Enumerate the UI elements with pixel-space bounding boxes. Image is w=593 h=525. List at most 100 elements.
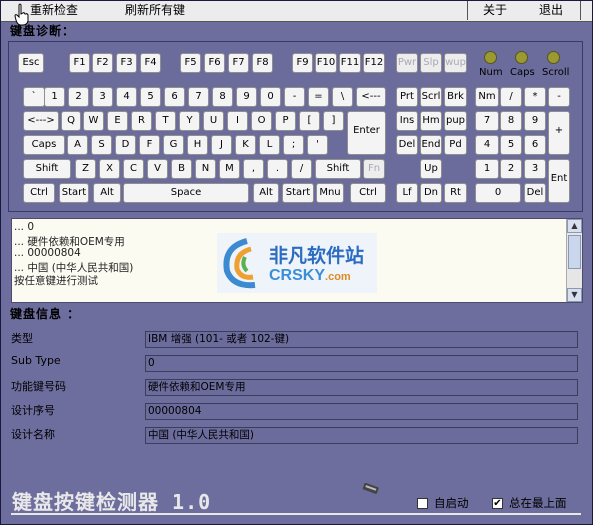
key-nav-10[interactable]: Lf xyxy=(396,183,418,203)
key-a-row-2[interactable]: S xyxy=(91,135,112,155)
scroll-thumb[interactable] xyxy=(568,235,581,269)
key-fn-row-12[interactable]: F12 xyxy=(363,53,385,73)
key-nav-2[interactable]: Brk xyxy=(444,87,467,107)
key-z-row-12[interactable]: Fn xyxy=(363,159,385,179)
key-fn-row-14[interactable]: Slp xyxy=(420,53,442,73)
key-nav-7[interactable]: End xyxy=(420,135,442,155)
key-numpad-10[interactable]: 6 xyxy=(524,135,546,155)
key-z-row-8[interactable]: , xyxy=(243,159,264,179)
key-nav-0[interactable]: Prt xyxy=(396,87,418,107)
key-a-row-8[interactable]: K xyxy=(235,135,256,155)
key-numpad-15[interactable]: 0 xyxy=(475,183,521,203)
key-numpad-3[interactable]: - xyxy=(548,87,570,107)
key-num-row-9[interactable]: 9 xyxy=(236,87,257,107)
key-num-row-8[interactable]: 8 xyxy=(212,87,233,107)
key-q-row-13[interactable]: Enter xyxy=(347,111,386,155)
key-bottom-row-1[interactable]: Start xyxy=(59,183,89,203)
key-nav-11[interactable]: Dn xyxy=(420,183,442,203)
key-num-row-7[interactable]: 7 xyxy=(188,87,209,107)
scroll-up-button[interactable]: ▲ xyxy=(567,219,582,233)
key-numpad-4[interactable]: 7 xyxy=(475,111,499,131)
key-z-row-3[interactable]: C xyxy=(123,159,144,179)
key-num-row-1[interactable]: 1 xyxy=(44,87,65,107)
key-numpad-8[interactable]: 4 xyxy=(475,135,499,155)
key-q-row-1[interactable]: Q xyxy=(61,111,81,131)
key-num-row-2[interactable]: 2 xyxy=(68,87,89,107)
key-num-row-13[interactable]: \ xyxy=(332,87,353,107)
key-a-row-10[interactable]: ; xyxy=(283,135,304,155)
key-num-row-14[interactable]: <--- xyxy=(356,87,386,107)
key-num-row-10[interactable]: 0 xyxy=(260,87,281,107)
exit-button[interactable]: 退出 xyxy=(522,1,581,20)
key-numpad-2[interactable]: * xyxy=(524,87,546,107)
key-fn-row-10[interactable]: F10 xyxy=(315,53,337,73)
key-a-row-3[interactable]: D xyxy=(115,135,136,155)
key-numpad-11[interactable]: 1 xyxy=(475,159,499,179)
key-q-row-11[interactable]: [ xyxy=(299,111,320,131)
key-z-row-11[interactable]: Shift xyxy=(315,159,361,179)
key-q-row-7[interactable]: U xyxy=(203,111,224,131)
key-fn-row-5[interactable]: F5 xyxy=(180,53,201,73)
key-q-row-12[interactable]: ] xyxy=(323,111,344,131)
key-fn-row-2[interactable]: F2 xyxy=(92,53,113,73)
key-nav-4[interactable]: Hm xyxy=(420,111,442,131)
key-q-row-10[interactable]: P xyxy=(275,111,296,131)
key-q-row-0[interactable]: <---> xyxy=(23,111,59,131)
key-fn-row-11[interactable]: F11 xyxy=(339,53,361,73)
key-num-row-3[interactable]: 3 xyxy=(92,87,113,107)
key-q-row-4[interactable]: R xyxy=(131,111,152,131)
refresh-all-button[interactable]: 刷新所有键 xyxy=(107,1,204,20)
key-num-row-4[interactable]: 4 xyxy=(116,87,137,107)
key-num-row-5[interactable]: 5 xyxy=(140,87,161,107)
key-a-row-9[interactable]: L xyxy=(259,135,280,155)
key-nav-6[interactable]: Del xyxy=(396,135,418,155)
key-a-row-1[interactable]: A xyxy=(67,135,88,155)
key-q-row-3[interactable]: E xyxy=(107,111,128,131)
key-nav-1[interactable]: Scrl xyxy=(420,87,442,107)
key-num-row-11[interactable]: - xyxy=(284,87,305,107)
key-bottom-row-7[interactable]: Ctrl xyxy=(350,183,386,203)
key-z-row-10[interactable]: / xyxy=(291,159,312,179)
key-numpad-14[interactable]: Ent xyxy=(548,159,570,203)
about-button[interactable]: 关于 xyxy=(467,1,523,20)
key-q-row-8[interactable]: I xyxy=(227,111,248,131)
key-num-row-0[interactable]: ` xyxy=(23,87,45,107)
key-numpad-13[interactable]: 3 xyxy=(524,159,546,179)
key-fn-row-0[interactable]: Esc xyxy=(18,53,44,73)
key-q-row-2[interactable]: W xyxy=(83,111,104,131)
key-a-row-5[interactable]: G xyxy=(163,135,184,155)
key-nav-5[interactable]: pup xyxy=(444,111,467,131)
key-bottom-row-4[interactable]: Alt xyxy=(253,183,279,203)
key-z-row-6[interactable]: N xyxy=(195,159,216,179)
autostart-checkbox[interactable] xyxy=(417,498,428,509)
key-numpad-6[interactable]: 9 xyxy=(524,111,546,131)
key-fn-row-1[interactable]: F1 xyxy=(69,53,90,73)
key-fn-row-7[interactable]: F7 xyxy=(228,53,249,73)
key-numpad-1[interactable]: / xyxy=(500,87,522,107)
key-numpad-16[interactable]: Del xyxy=(524,183,546,203)
key-fn-row-8[interactable]: F8 xyxy=(252,53,273,73)
key-z-row-5[interactable]: B xyxy=(171,159,192,179)
key-fn-row-6[interactable]: F6 xyxy=(204,53,225,73)
key-numpad-5[interactable]: 8 xyxy=(500,111,522,131)
key-fn-row-3[interactable]: F3 xyxy=(116,53,137,73)
key-q-row-5[interactable]: T xyxy=(155,111,176,131)
key-z-row-7[interactable]: M xyxy=(219,159,240,179)
key-a-row-0[interactable]: Caps xyxy=(23,135,65,155)
key-num-row-6[interactable]: 6 xyxy=(164,87,185,107)
key-bottom-row-5[interactable]: Start xyxy=(282,183,314,203)
key-numpad-0[interactable]: Nm xyxy=(475,87,499,107)
key-fn-row-4[interactable]: F4 xyxy=(140,53,161,73)
key-fn-row-15[interactable]: wup xyxy=(444,53,467,73)
key-a-row-11[interactable]: ' xyxy=(307,135,328,155)
key-num-row-12[interactable]: = xyxy=(308,87,329,107)
log-scrollbar[interactable]: ▲ ▼ xyxy=(566,219,582,302)
key-fn-row-9[interactable]: F9 xyxy=(292,53,313,73)
ontop-checkbox[interactable]: ✔ xyxy=(492,498,503,509)
key-bottom-row-2[interactable]: Alt xyxy=(93,183,121,203)
key-nav-9[interactable]: Up xyxy=(420,159,442,179)
key-numpad-7[interactable]: + xyxy=(548,111,570,155)
key-a-row-7[interactable]: J xyxy=(211,135,232,155)
key-z-row-2[interactable]: X xyxy=(99,159,120,179)
key-z-row-0[interactable]: Shift xyxy=(23,159,71,179)
